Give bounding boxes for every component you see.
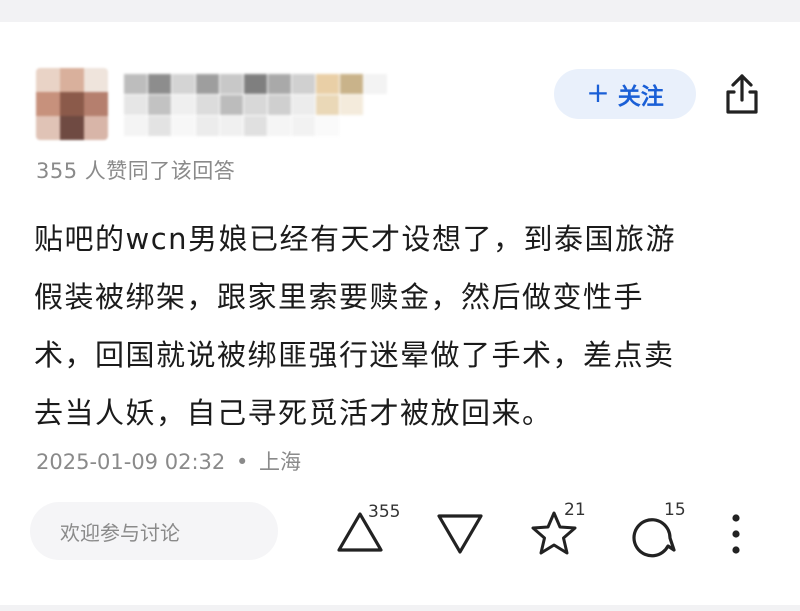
post-datetime: 2025-01-09 02:32 xyxy=(36,450,226,474)
upvote-count: 355 xyxy=(368,502,401,522)
answer-card: + 关注 355 人赞同了该回答 贴吧的wcn男娘已经有天才设想了，到泰国旅游 … xyxy=(0,22,800,605)
likes-summary: 355 人赞同了该回答 xyxy=(36,159,236,183)
more-button[interactable] xyxy=(726,512,746,556)
downvote-button[interactable] xyxy=(434,510,486,558)
comment-placeholder: 欢迎参与讨论 xyxy=(60,520,180,545)
downvote-icon xyxy=(437,514,483,554)
avatar[interactable] xyxy=(36,68,108,140)
post-location: 上海 xyxy=(259,450,302,474)
plus-icon: + xyxy=(586,75,610,109)
answer-body: 贴吧的wcn男娘已经有天才设想了，到泰国旅游 假装被绑架，跟家里索要赎金，然后做… xyxy=(34,210,764,442)
answer-line: 去当人妖，自己寻死觅活才被放回来。 xyxy=(34,396,553,430)
post-meta: 2025-01-09 02:32 • 上海 xyxy=(36,446,301,476)
comment-input[interactable]: 欢迎参与讨论 xyxy=(30,502,278,560)
meta-separator: • xyxy=(235,450,249,474)
more-vertical-icon xyxy=(732,514,740,554)
comment-count: 15 xyxy=(664,500,686,520)
answer-line: 术，回国就说被绑匪强行迷晕做了手术，差点卖 xyxy=(34,338,675,372)
answer-line: 假装被绑架，跟家里索要赎金，然后做变性手 xyxy=(34,280,645,314)
follow-button[interactable]: + 关注 xyxy=(554,69,696,119)
favorite-count: 21 xyxy=(564,500,586,520)
follow-label: 关注 xyxy=(617,84,664,110)
share-icon[interactable] xyxy=(720,70,764,118)
answer-line: 贴吧的wcn男娘已经有天才设想了，到泰国旅游 xyxy=(34,222,677,256)
username-blurred[interactable] xyxy=(124,74,387,136)
